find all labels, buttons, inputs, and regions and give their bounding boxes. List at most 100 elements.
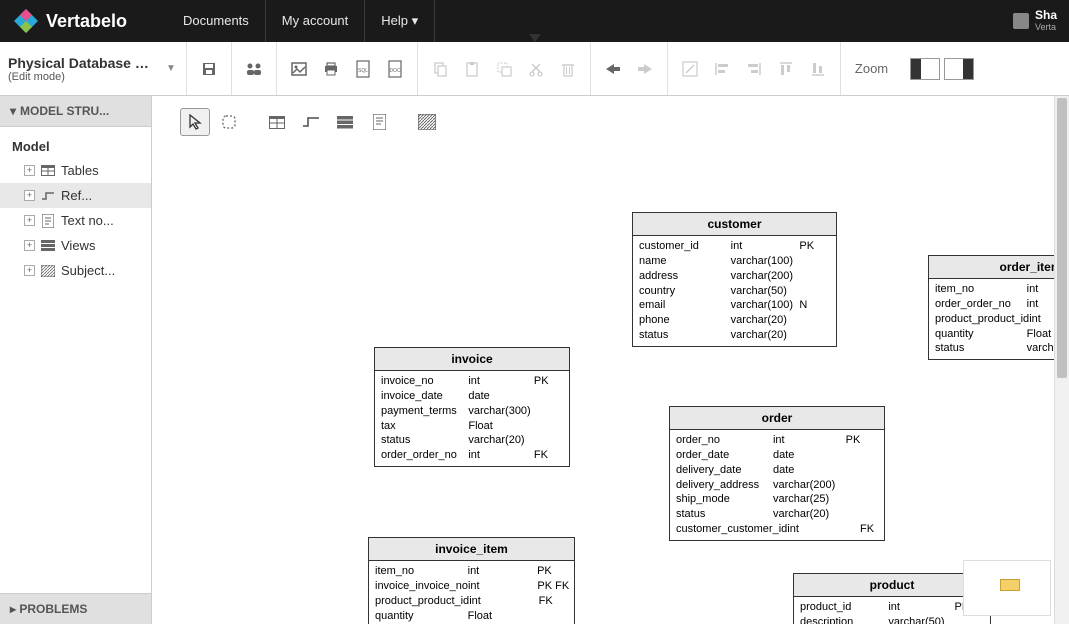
- add-view-tool[interactable]: [330, 108, 360, 136]
- tree-item-views[interactable]: + Views: [0, 233, 151, 258]
- table-icon: [41, 165, 55, 177]
- column-row: namevarchar(100): [639, 254, 830, 269]
- textnote-icon: [41, 215, 55, 227]
- column-row: order_order_nointFK: [381, 448, 563, 463]
- tree-item-references[interactable]: + Ref...: [0, 183, 151, 208]
- minimap-viewport[interactable]: [1000, 579, 1020, 591]
- select-tool[interactable]: [180, 108, 210, 136]
- right-panel-toggle[interactable]: [944, 58, 974, 80]
- column-row: addressvarchar(200): [639, 269, 830, 284]
- marquee-tool[interactable]: [214, 108, 244, 136]
- undo-button[interactable]: [599, 55, 627, 83]
- column-row: customer_idintPK: [639, 239, 830, 254]
- entity-product[interactable]: product product_idintPKdescriptionvarcha…: [793, 573, 991, 624]
- expand-icon[interactable]: +: [24, 165, 35, 176]
- svg-text:SQL: SQL: [358, 68, 368, 74]
- entity-title: invoice_item: [369, 538, 574, 561]
- delete-button[interactable]: [554, 55, 582, 83]
- document-mode: (Edit mode): [8, 71, 158, 83]
- redo-button[interactable]: [631, 55, 659, 83]
- user-avatar-icon: [1013, 13, 1029, 29]
- vertical-scrollbar[interactable]: [1054, 96, 1069, 624]
- tree-item-textnotes[interactable]: + Text no...: [0, 208, 151, 233]
- user-sub: Verta: [1035, 23, 1057, 33]
- column-row: delivery_addressvarchar(200): [676, 478, 878, 493]
- paste-button[interactable]: [458, 55, 486, 83]
- nav-help[interactable]: Help ▾: [365, 0, 435, 42]
- document-dropdown-icon[interactable]: ▼: [166, 63, 176, 74]
- panel-collapse-handle[interactable]: [529, 34, 541, 42]
- entity-title: customer: [633, 213, 836, 236]
- canvas-layer: customer customer_idintPKnamevarchar(100…: [152, 96, 1069, 624]
- column-row: ship_modevarchar(25): [676, 492, 878, 507]
- brand-logo[interactable]: Vertabelo: [12, 7, 127, 35]
- column-row: taxFloat: [381, 419, 563, 434]
- tree-item-subject[interactable]: + Subject...: [0, 258, 151, 283]
- edit-pencil-button[interactable]: [676, 55, 704, 83]
- main-area: ▾MODEL STRU... Model + Tables + Ref... +…: [0, 96, 1069, 624]
- diagram-canvas[interactable]: customer customer_idintPKnamevarchar(100…: [152, 96, 1069, 624]
- column-row: statusvarchar(20): [639, 328, 830, 343]
- column-row: invoice_invoice_nointPK FK: [375, 579, 568, 594]
- save-button[interactable]: [195, 55, 223, 83]
- nav-myaccount[interactable]: My account: [266, 0, 365, 42]
- expand-icon[interactable]: +: [24, 265, 35, 276]
- view-icon: [41, 240, 55, 252]
- entity-order[interactable]: order order_nointPKorder_datedatedeliver…: [669, 406, 885, 541]
- document-title-block[interactable]: Physical Database M... (Edit mode): [8, 55, 158, 83]
- column-row: order_nointPK: [676, 433, 878, 448]
- entity-invoice[interactable]: invoice invoice_nointPKinvoice_datedatep…: [374, 347, 570, 467]
- zoom-button[interactable]: Zoom: [847, 61, 896, 76]
- add-note-tool[interactable]: [364, 108, 394, 136]
- add-area-tool[interactable]: [412, 108, 442, 136]
- column-row: payment_termsvarchar(300): [381, 404, 563, 419]
- sql-export-button[interactable]: SQL: [349, 55, 377, 83]
- model-structure-header[interactable]: ▾MODEL STRU...: [0, 96, 151, 127]
- main-toolbar: Physical Database M... (Edit mode) ▼ SQL…: [0, 42, 1069, 96]
- canvas-toolbar: [176, 104, 446, 140]
- column-row: quantityFloat: [935, 327, 1069, 342]
- column-row: emailvarchar(100)N: [639, 298, 830, 313]
- svg-text:DOC: DOC: [389, 68, 401, 74]
- tree-item-tables[interactable]: + Tables: [0, 158, 151, 183]
- left-sidebar: ▾MODEL STRU... Model + Tables + Ref... +…: [0, 96, 152, 624]
- print-button[interactable]: [317, 55, 345, 83]
- column-row: invoice_nointPK: [381, 374, 563, 389]
- tree-root-model[interactable]: Model: [0, 135, 151, 158]
- entity-customer[interactable]: customer customer_idintPKnamevarchar(100…: [632, 212, 837, 347]
- column-row: product_product_idintFK: [375, 594, 568, 609]
- column-row: countryvarchar(50): [639, 284, 830, 299]
- share-button[interactable]: [240, 55, 268, 83]
- duplicate-button[interactable]: [490, 55, 518, 83]
- add-reference-tool[interactable]: [296, 108, 326, 136]
- copy-button[interactable]: [426, 55, 454, 83]
- document-title: Physical Database M...: [8, 55, 158, 71]
- doc-export-button[interactable]: DOC: [381, 55, 409, 83]
- problems-panel-header[interactable]: ▸ PROBLEMS: [0, 593, 151, 624]
- user-menu[interactable]: Sha Verta: [1013, 9, 1057, 32]
- align-right-button[interactable]: [740, 55, 768, 83]
- column-row: item_nointPK: [935, 282, 1069, 297]
- expand-icon[interactable]: +: [24, 190, 35, 201]
- column-row: customer_customer_idintFK: [676, 522, 878, 537]
- entity-order-item[interactable]: order_item item_nointPKorder_order_noint…: [928, 255, 1069, 360]
- expand-icon[interactable]: +: [24, 215, 35, 226]
- model-tree: Model + Tables + Ref... + Text no... + V…: [0, 127, 151, 593]
- column-row: phonevarchar(20): [639, 313, 830, 328]
- cut-button[interactable]: [522, 55, 550, 83]
- align-left-button[interactable]: [708, 55, 736, 83]
- nav-documents[interactable]: Documents: [167, 0, 266, 42]
- minimap[interactable]: [963, 560, 1051, 616]
- add-table-tool[interactable]: [262, 108, 292, 136]
- expand-icon[interactable]: +: [24, 240, 35, 251]
- column-row: product_idintPK: [800, 600, 984, 615]
- user-name: Sha: [1035, 9, 1057, 22]
- scroll-thumb[interactable]: [1057, 98, 1067, 378]
- entity-title: order_item: [929, 256, 1069, 279]
- entity-invoice-item[interactable]: invoice_item item_nointPKinvoice_invoice…: [368, 537, 575, 624]
- column-row: item_nointPK: [375, 564, 568, 579]
- image-export-button[interactable]: [285, 55, 313, 83]
- align-top-button[interactable]: [772, 55, 800, 83]
- align-bottom-button[interactable]: [804, 55, 832, 83]
- left-panel-toggle[interactable]: [910, 58, 940, 80]
